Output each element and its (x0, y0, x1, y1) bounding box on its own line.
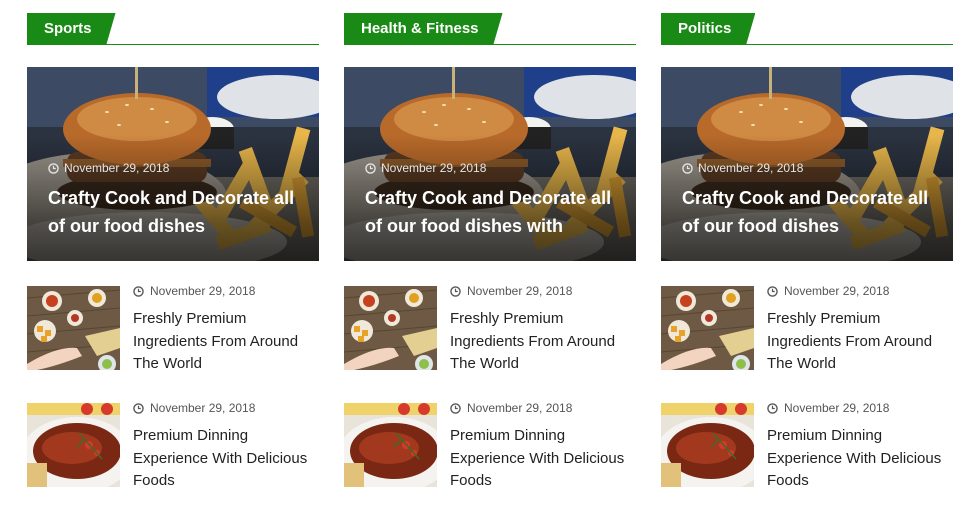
category-column-politics: Politics November 29, 2018 Crafty Cook a… (661, 0, 953, 489)
post-title[interactable]: Premium Dinning Experience With Deliciou… (450, 425, 635, 493)
clock-icon (133, 285, 144, 297)
post-date: November 29, 2018 (133, 284, 255, 298)
post-date-text: November 29, 2018 (784, 401, 890, 415)
featured-post-title[interactable]: Crafty Cook and Decorate all of our food… (48, 184, 303, 240)
clock-icon (767, 285, 778, 297)
post-date-text: November 29, 2018 (467, 284, 573, 298)
clock-icon (365, 162, 376, 174)
category-tab-politics[interactable]: Politics (661, 13, 755, 44)
post-date: November 29, 2018 (450, 401, 572, 415)
category-column-sports: Sports November 29, 2018 Crafty Cook and… (27, 0, 319, 489)
category-header: Sports (27, 0, 319, 46)
clock-icon (682, 162, 693, 174)
clock-icon (767, 402, 778, 414)
post-date-text: November 29, 2018 (150, 401, 256, 415)
post-date: November 29, 2018 (450, 284, 572, 298)
post-date-text: November 29, 2018 (784, 284, 890, 298)
post-date: November 29, 2018 (767, 284, 889, 298)
post-title[interactable]: Freshly Premium Ingredients From Around … (450, 308, 635, 376)
featured-post-title[interactable]: Crafty Cook and Decorate all of our food… (365, 184, 620, 240)
post-thumbnail[interactable] (661, 286, 754, 370)
clock-icon (450, 402, 461, 414)
featured-post[interactable]: November 29, 2018 Crafty Cook and Decora… (661, 67, 953, 261)
post-thumbnail[interactable] (27, 403, 120, 487)
post-title[interactable]: Premium Dinning Experience With Deliciou… (133, 425, 318, 493)
category-divider (661, 44, 953, 45)
category-tab-health-fitness[interactable]: Health & Fitness (344, 13, 503, 44)
clock-icon (450, 285, 461, 297)
post-thumbnail[interactable] (661, 403, 754, 487)
featured-post-title[interactable]: Crafty Cook and Decorate all of our food… (682, 184, 937, 240)
list-item[interactable]: November 29, 2018 Freshly Premium Ingred… (344, 284, 636, 372)
category-header: Health & Fitness (344, 0, 636, 46)
post-date-text: November 29, 2018 (150, 284, 256, 298)
category-header: Politics (661, 0, 953, 46)
featured-post[interactable]: November 29, 2018 Crafty Cook and Decora… (27, 67, 319, 261)
list-item[interactable]: November 29, 2018 Premium Dinning Experi… (344, 401, 636, 489)
post-date-text: November 29, 2018 (698, 161, 804, 175)
post-date-text: November 29, 2018 (381, 161, 487, 175)
post-date: November 29, 2018 (48, 161, 169, 175)
post-date: November 29, 2018 (365, 161, 486, 175)
category-divider (27, 44, 319, 45)
list-item[interactable]: November 29, 2018 Premium Dinning Experi… (27, 401, 319, 489)
category-tab-sports[interactable]: Sports (27, 13, 116, 44)
featured-post[interactable]: November 29, 2018 Crafty Cook and Decora… (344, 67, 636, 261)
post-thumbnail[interactable] (344, 286, 437, 370)
post-date-text: November 29, 2018 (64, 161, 170, 175)
clock-icon (48, 162, 59, 174)
post-title[interactable]: Premium Dinning Experience With Deliciou… (767, 425, 952, 493)
post-thumbnail[interactable] (27, 286, 120, 370)
post-date-text: November 29, 2018 (467, 401, 573, 415)
post-date: November 29, 2018 (767, 401, 889, 415)
post-date: November 29, 2018 (133, 401, 255, 415)
list-item[interactable]: November 29, 2018 Premium Dinning Experi… (661, 401, 953, 489)
category-column-health-fitness: Health & Fitness November 29, 2018 Craft… (344, 0, 636, 489)
post-date: November 29, 2018 (682, 161, 803, 175)
clock-icon (133, 402, 144, 414)
category-divider (344, 44, 636, 45)
post-title[interactable]: Freshly Premium Ingredients From Around … (767, 308, 952, 376)
post-title[interactable]: Freshly Premium Ingredients From Around … (133, 308, 318, 376)
post-thumbnail[interactable] (344, 403, 437, 487)
list-item[interactable]: November 29, 2018 Freshly Premium Ingred… (661, 284, 953, 372)
list-item[interactable]: November 29, 2018 Freshly Premium Ingred… (27, 284, 319, 372)
